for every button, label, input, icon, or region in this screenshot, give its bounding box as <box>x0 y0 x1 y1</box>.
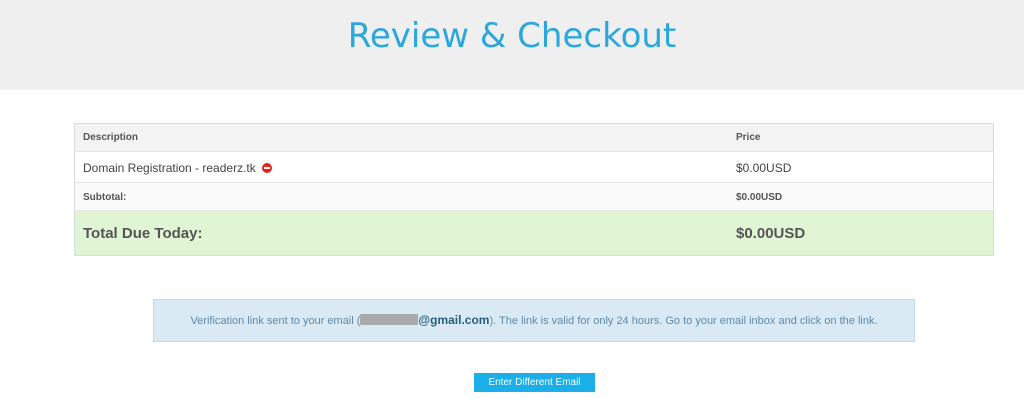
item-description: Domain Registration - readerz.tk <box>83 161 273 175</box>
table-header-row: Description Price <box>75 124 993 152</box>
total-label: Total Due Today: <box>83 225 203 242</box>
item-description-text: Domain Registration - readerz.tk <box>83 161 256 175</box>
page-header: Review & Checkout <box>0 0 1024 90</box>
remove-icon[interactable] <box>262 163 273 173</box>
total-row: Total Due Today: $0.00USD <box>75 211 993 255</box>
price-column-header: Price <box>736 132 761 143</box>
table-row: Domain Registration - readerz.tk $0.00US… <box>75 152 993 183</box>
subtotal-value: $0.00USD <box>736 192 783 203</box>
page-title: Review & Checkout <box>347 16 677 56</box>
order-summary-table: Description Price Domain Registration - … <box>74 123 994 256</box>
subtotal-row: Subtotal: $0.00USD <box>75 183 993 211</box>
total-value: $0.00USD <box>736 225 806 242</box>
verification-alert: Verification link sent to your email ( @g… <box>153 299 915 342</box>
enter-different-email-button[interactable]: Enter Different Email <box>474 373 595 392</box>
subtotal-label: Subtotal: <box>83 192 127 203</box>
email-redacted-block <box>360 314 419 325</box>
email-domain: @gmail.com <box>418 313 490 327</box>
description-column-header: Description <box>83 132 139 143</box>
item-price: $0.00USD <box>736 161 792 175</box>
alert-text-prefix: Verification link sent to your email ( <box>190 315 361 327</box>
alert-text-suffix: ). The link is valid for only 24 hours. … <box>489 315 878 327</box>
